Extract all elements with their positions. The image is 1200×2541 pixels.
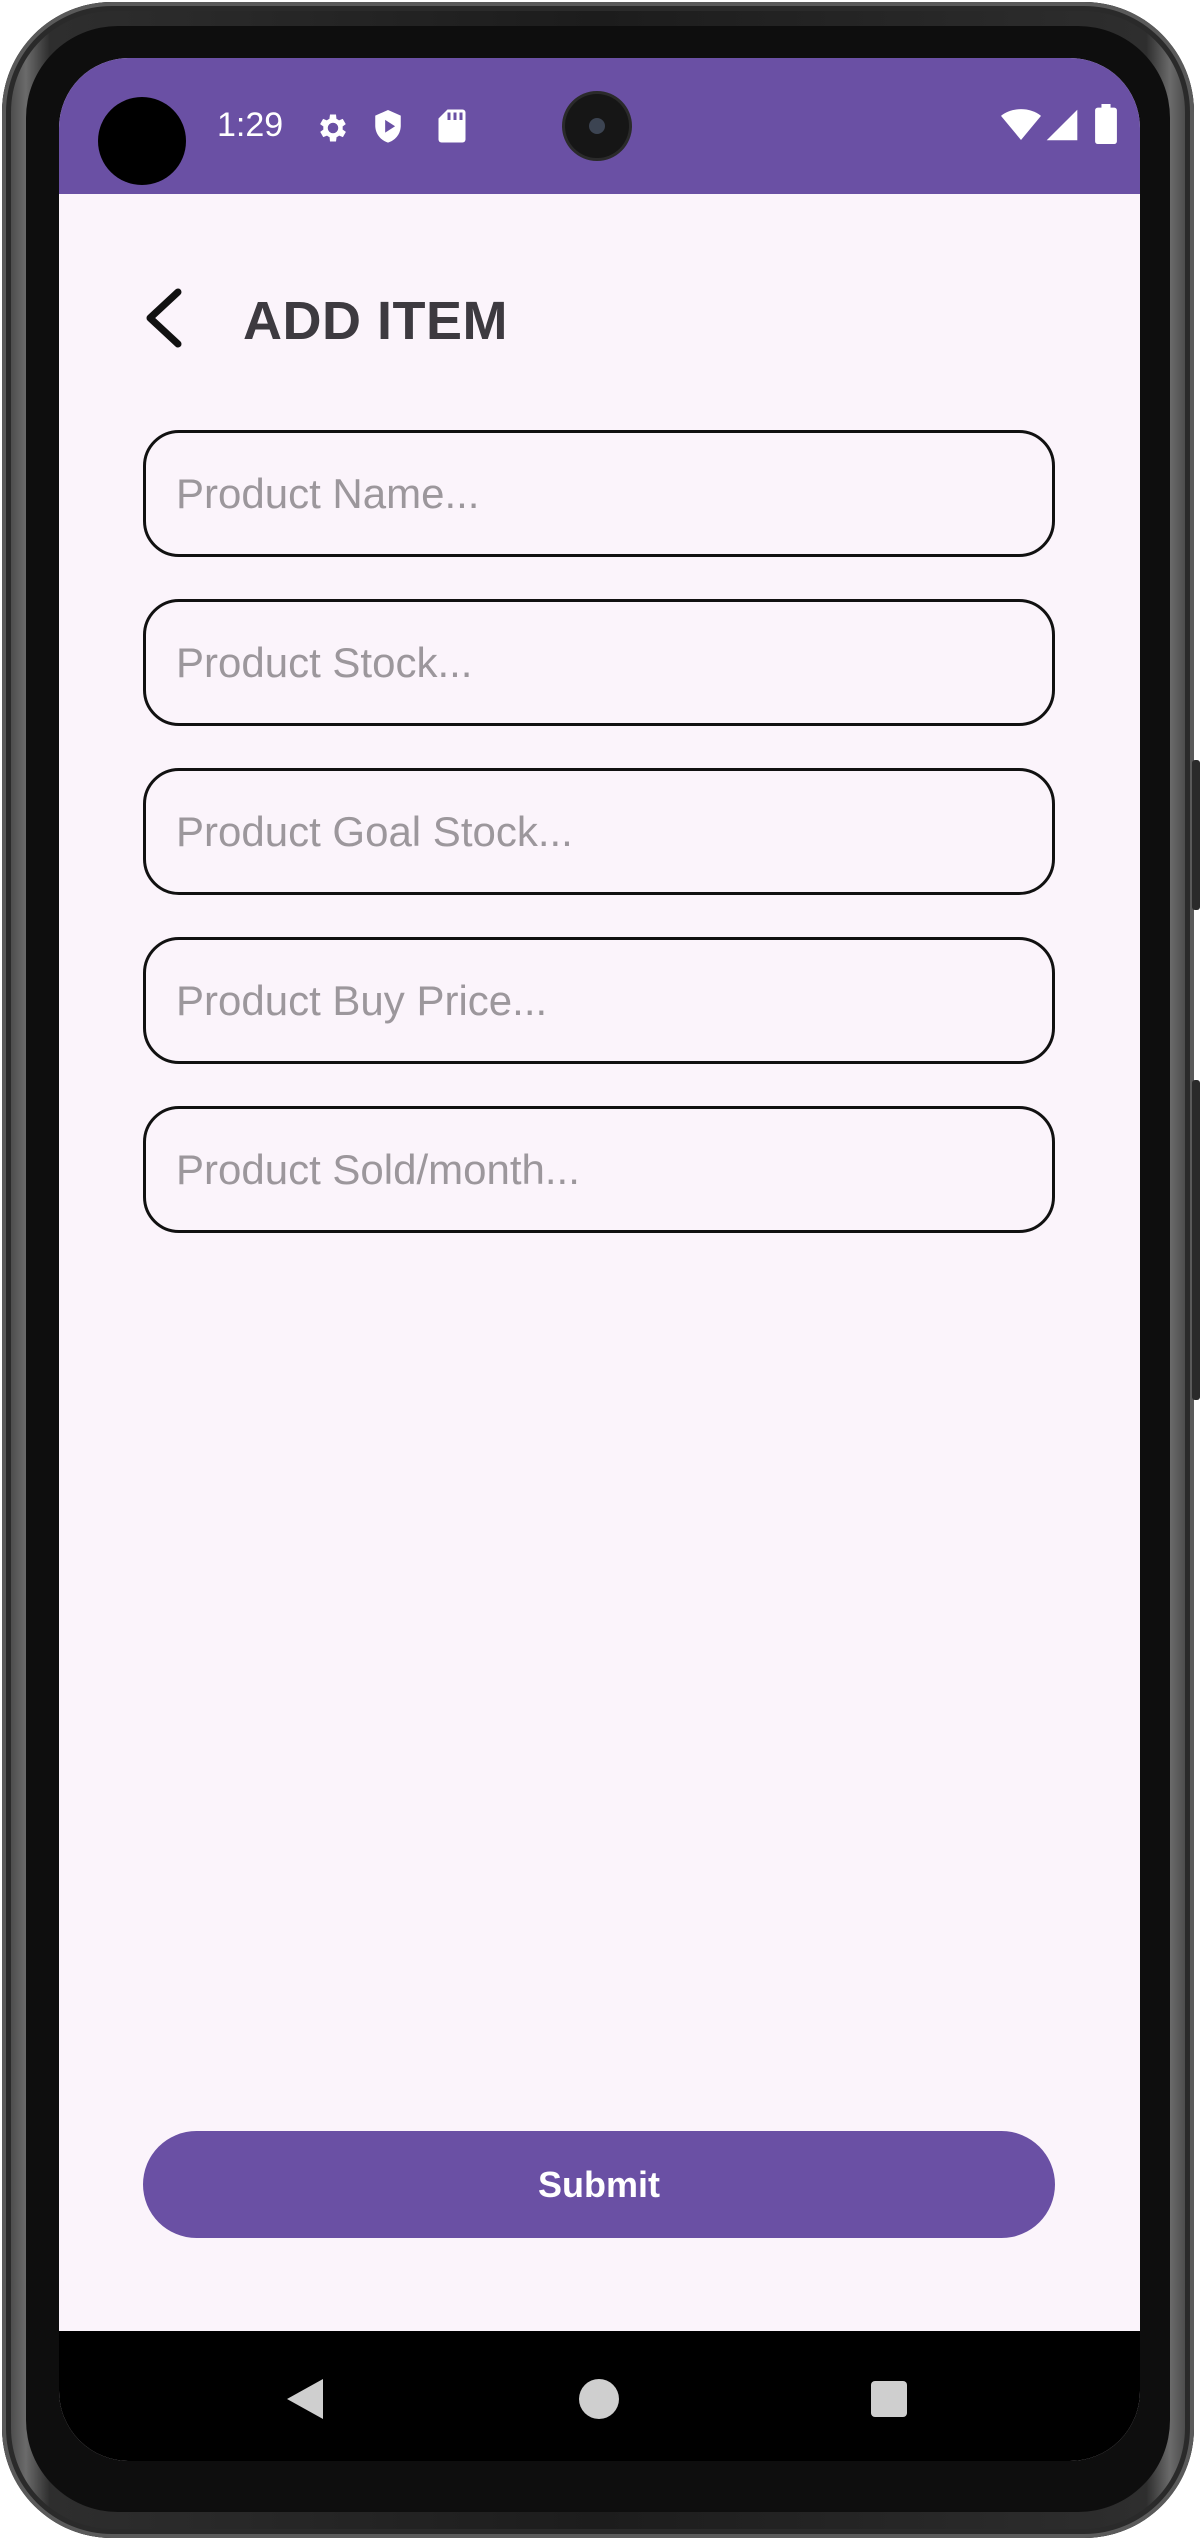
app-header: ADD ITEM [59, 268, 1140, 368]
nav-recents-button[interactable] [849, 2359, 929, 2439]
nav-home-button[interactable] [559, 2359, 639, 2439]
submit-button[interactable]: Submit [143, 2131, 1055, 2238]
shield-play-icon [375, 110, 401, 143]
gear-icon [320, 114, 346, 142]
system-nav-bar [59, 2331, 1140, 2461]
status-bar: 1:29 [59, 58, 1140, 194]
nav-back-icon [287, 2379, 323, 2419]
product-buy-price-input[interactable] [143, 937, 1055, 1064]
product-name-input[interactable] [143, 430, 1055, 557]
product-goal-stock-input[interactable] [143, 768, 1055, 895]
back-button[interactable] [129, 278, 199, 358]
front-camera-cutout [98, 97, 186, 185]
volume-button [1192, 760, 1200, 910]
power-button [1192, 1080, 1200, 1400]
nav-recents-icon [871, 2381, 907, 2417]
nav-home-icon [579, 2379, 619, 2419]
product-stock-input[interactable] [143, 599, 1055, 726]
battery-icon [1095, 104, 1117, 144]
phone-device: 1:29 ADD ITEM Product Name... Product St… [0, 0, 1200, 2541]
back-arrow-icon [146, 288, 182, 348]
add-item-form [143, 430, 1055, 1275]
status-time: 1:29 [217, 106, 284, 144]
nav-back-button[interactable] [265, 2359, 345, 2439]
product-sold-month-input[interactable] [143, 1106, 1055, 1233]
signal-icon [1046, 109, 1078, 141]
punch-hole-camera [565, 94, 629, 158]
app-screen: 1:29 ADD ITEM Product Name... Product St… [59, 58, 1140, 2461]
page-title: ADD ITEM [243, 291, 508, 351]
wifi-icon [1001, 109, 1041, 140]
sd-card-icon [438, 109, 466, 143]
